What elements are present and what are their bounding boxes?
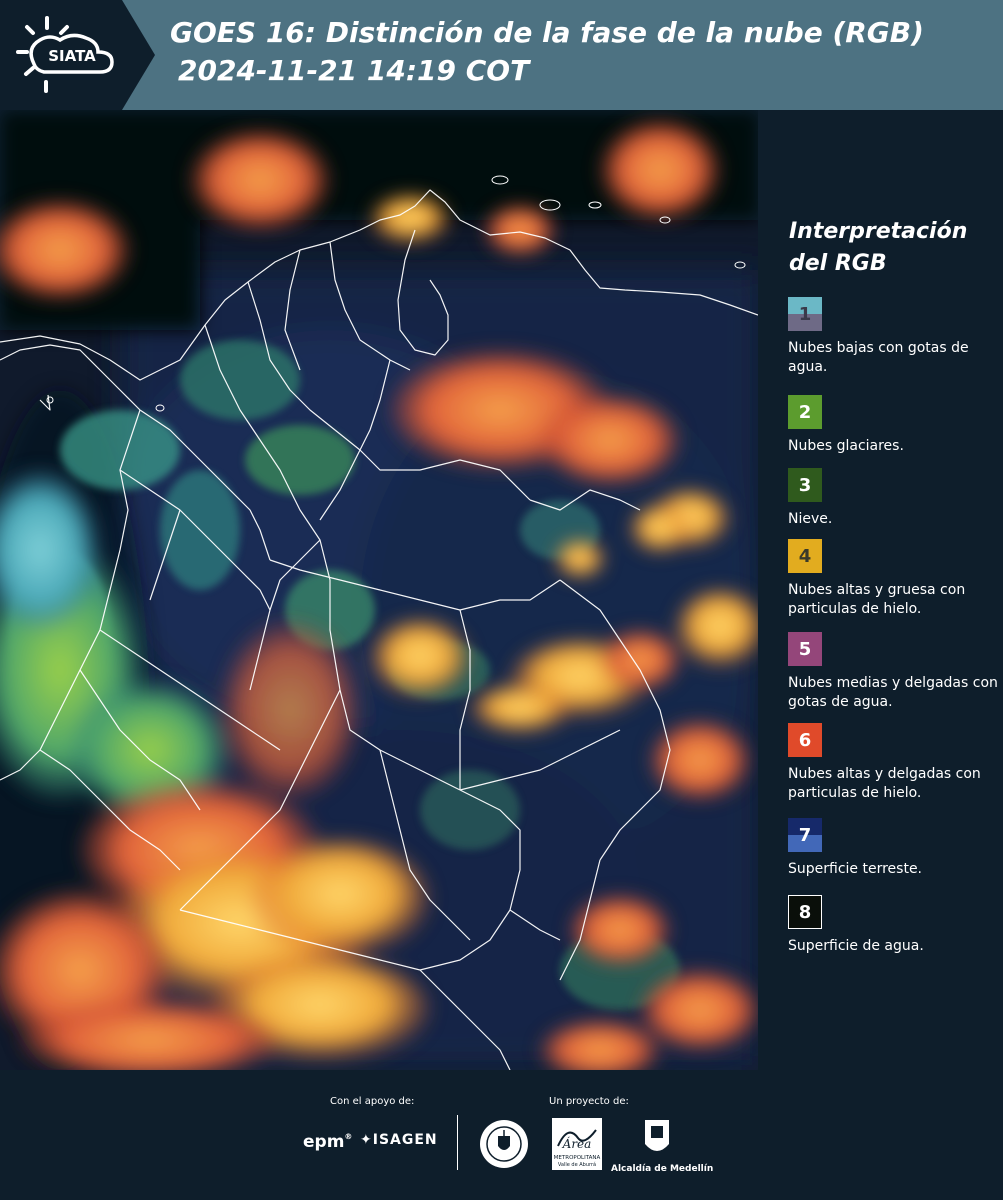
isagen-logo-text: ISAGEN (372, 1132, 438, 1148)
legend-label-8: Superficie de agua. (788, 938, 924, 954)
legend-label-7: Superficie terreste. (788, 861, 923, 877)
alcaldia-text: Alcaldía de Medellín (611, 1164, 714, 1174)
title-line-2: 2024-11-21 14:19 COT (178, 54, 530, 87)
legend-swatch-2: 2 (788, 395, 822, 429)
legend-label-1: Nubes bajas con gotas de agua. (788, 340, 969, 375)
epm-logo-text: epm (303, 1132, 345, 1152)
isagen-icon: ✦ (360, 1132, 373, 1148)
legend-number-7: 7 (798, 824, 812, 846)
legend-number-2: 2 (798, 401, 812, 423)
project-label: Un proyecto de: (549, 1096, 629, 1107)
legend-number-5: 5 (798, 638, 812, 660)
legend-label-6: Nubes altas y delgadas con particulas de… (788, 766, 981, 801)
legend-swatch-1: 1 (788, 297, 822, 331)
legend-item-3: 3 Nieve. (788, 468, 1003, 529)
legend-label-5: Nubes medias y delgadas con gotas de agu… (788, 675, 998, 710)
satellite-map (0, 110, 758, 1070)
legend-number-3: 3 (798, 474, 812, 496)
support-label: Con el apoyo de: (330, 1096, 415, 1107)
footer: Con el apoyo de: Un proyecto de: epm® ✦I… (0, 1070, 1003, 1200)
epm-logo: epm® (303, 1132, 353, 1152)
page-title: GOES 16: Distinción de la fase de la nub… (170, 14, 924, 90)
legend-item-7: 7 Superficie terreste. (788, 818, 1003, 879)
legend-panel: Interpretación del RGB 1 Nubes bajas con… (760, 110, 1003, 1070)
legend-swatch-5: 5 (788, 632, 822, 666)
header-bar: SIATA GOES 16: Distinción de la fase de … (0, 0, 1003, 110)
legend-item-2: 2 Nubes glaciares. (788, 395, 1003, 456)
legend-label-2: Nubes glaciares. (788, 438, 904, 454)
legend-item-4: 4 Nubes altas y gruesa con particulas de… (788, 539, 1003, 619)
legend-label-4: Nubes altas y gruesa con particulas de h… (788, 582, 966, 617)
isagen-logo: ✦ISAGEN (360, 1132, 438, 1148)
legend-number-6: 6 (798, 729, 812, 751)
legend-title: Interpretación del RGB (789, 219, 968, 276)
alcaldia-shield-icon (645, 1120, 669, 1151)
legend-item-1: 1 Nubes bajas con gotas de agua. (788, 297, 1003, 377)
legend-swatch-4: 4 (788, 539, 822, 573)
legend-swatch-6: 6 (788, 723, 822, 757)
title-line-1: GOES 16: Distinción de la fase de la nub… (170, 16, 924, 49)
legend-number-4: 4 (798, 545, 812, 567)
area-sub2: Valle de Aburrá (558, 1161, 596, 1168)
area-text: Área (562, 1136, 592, 1151)
siata-logo: SIATA (0, 0, 155, 110)
legend-number-1: 1 (798, 303, 812, 325)
legend-number-8: 8 (798, 901, 812, 923)
satellite-image (0, 110, 758, 1070)
logo-text: SIATA (48, 47, 96, 65)
footer-divider (457, 1115, 458, 1170)
legend-label-3: Nieve. (788, 511, 833, 527)
legend-swatch-7: 7 (788, 818, 822, 852)
medellin-seal (478, 1118, 530, 1174)
legend-swatch-8: 8 (788, 895, 822, 929)
legend-item-8: 8 Superficie de agua. (788, 895, 1003, 956)
legend-item-5: 5 Nubes medias y delgadas con gotas de a… (788, 632, 1003, 712)
alcaldia-logo: Alcaldía de Medellín (611, 1118, 714, 1174)
area-metropolitana-logo: Área METROPOLITANA Valle de Aburrá (552, 1118, 602, 1174)
legend-swatch-3: 3 (788, 468, 822, 502)
legend-item-6: 6 Nubes altas y delgadas con particulas … (788, 723, 1003, 803)
area-sub: METROPOLITANA (554, 1155, 601, 1161)
